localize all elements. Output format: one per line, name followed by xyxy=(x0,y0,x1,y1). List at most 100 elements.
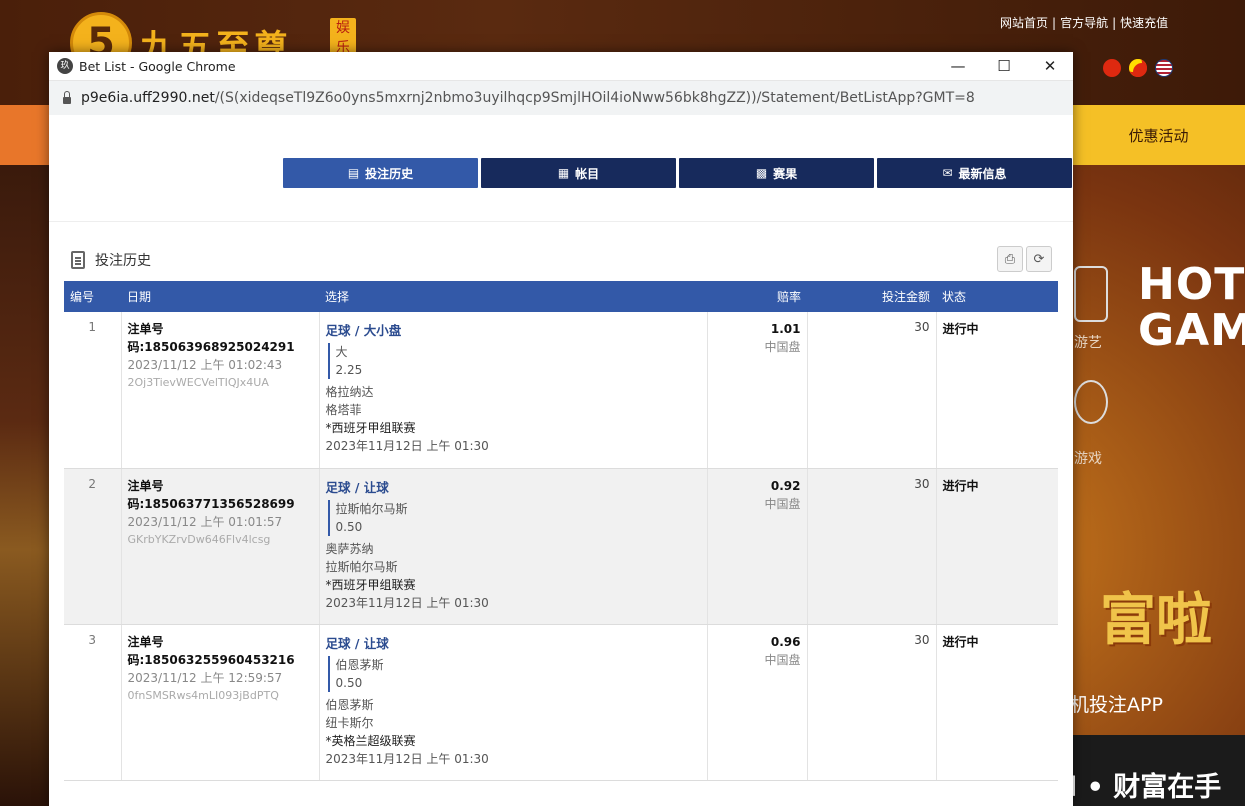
link-nav[interactable]: 官方导航 xyxy=(1060,16,1108,30)
odds-value: 0.96 xyxy=(770,634,801,649)
bet-ref: 0fnSMSRws4mLI093jBdPTQ xyxy=(127,688,279,702)
odds-type: 中国盘 xyxy=(764,496,801,511)
clipboard-icon xyxy=(71,251,85,269)
row-status: 进行中 xyxy=(936,468,1058,625)
bet-datetime: 2023/11/12 上午 01:02:43 xyxy=(127,358,283,372)
bet-ref: GKrbYKZrvDw646Flv4lcsg xyxy=(127,532,271,546)
odds-value: 1.01 xyxy=(770,322,801,336)
tab-account[interactable]: ▦ 帐目 xyxy=(481,158,676,188)
tab-messages[interactable]: ✉ 最新信息 xyxy=(877,158,1072,188)
language-flags xyxy=(1103,59,1173,77)
refresh-icon[interactable]: ⟳ xyxy=(1026,246,1052,272)
close-icon[interactable]: ✕ xyxy=(1027,52,1073,80)
address-bar[interactable]: p9e6ia.uff2990.net/(S(xideqseTl9Z6o0yns5… xyxy=(49,81,1073,116)
side-item-games-2[interactable]: 游戏 xyxy=(1074,448,1102,468)
match-time: 2023年11月12日 上午 01:30 xyxy=(325,751,489,766)
us-flag-icon[interactable] xyxy=(1155,59,1173,77)
handicap-line: 0.50 xyxy=(335,519,363,534)
page-content: ▤ 投注历史 ▦ 帐目 ▩ 赛果 ✉ 最新信息 投注历史 ⎙ ⟳ 编号 日期 选择 赔率… xyxy=(49,115,1073,806)
pick-box: 大 2.25 xyxy=(327,343,701,379)
row-amount: 30 xyxy=(807,312,937,469)
tab-label: 帐目 xyxy=(575,166,600,181)
pick-box: 拉斯帕尔马斯 0.50 xyxy=(327,499,701,536)
link-home[interactable]: 网站首页 xyxy=(1000,16,1048,30)
divider xyxy=(49,221,1073,222)
bottom-slogan: l • 财富在手 xyxy=(1068,772,1222,803)
hot-game-label: HOT GAME xyxy=(1138,259,1245,356)
cn-flag-icon[interactable] xyxy=(1129,59,1147,77)
window-titlebar[interactable]: 玖 Bet List - Google Chrome — ☐ ✕ xyxy=(49,52,1073,81)
tab-label: 投注历史 xyxy=(365,166,414,181)
league: *英格兰超级联赛 xyxy=(325,733,416,748)
tab-bet-history[interactable]: ▤ 投注历史 xyxy=(283,158,478,188)
window-title: Bet List - Google Chrome xyxy=(79,58,236,74)
ticket-number: 注单号码:185063968925024291 xyxy=(127,322,295,354)
pick-box: 伯恩茅斯 0.50 xyxy=(327,655,701,692)
sport-market: 足球 / 让球 xyxy=(325,479,389,495)
col-header-selection[interactable]: 选择 xyxy=(319,281,707,312)
minimize-icon[interactable]: — xyxy=(935,52,981,80)
app-line: 机投注APP xyxy=(1070,694,1163,716)
row-num: 3 xyxy=(64,624,122,781)
maximize-icon[interactable]: ☐ xyxy=(981,52,1027,80)
top-links: 网站首页 | 官方导航 | 快速充值 xyxy=(1000,16,1169,30)
pick: 伯恩茅斯 xyxy=(335,657,384,672)
col-header-amount[interactable]: 投注金额 xyxy=(807,281,936,312)
row-odds-cell: 1.01 中国盘 xyxy=(707,312,808,469)
bet-table: 编号 日期 选择 赔率 投注金额 状态 1 注单号码:1850639689250… xyxy=(64,281,1058,781)
fish-game-icon xyxy=(1074,380,1108,424)
handicap-line: 0.50 xyxy=(335,675,363,690)
bet-ref: 2Oj3TievWECVelTIQJx4UA xyxy=(127,376,269,389)
col-header-num[interactable]: 编号 xyxy=(64,281,121,312)
promo-tab[interactable]: 优惠活动 xyxy=(1072,105,1245,165)
league: *西班牙甲组联赛 xyxy=(325,421,416,435)
col-header-date[interactable]: 日期 xyxy=(121,281,319,312)
table-row: 3 注单号码:185063255960453216 2023/11/12 上午 … xyxy=(64,624,1058,781)
section-title: 投注历史 xyxy=(95,253,151,269)
table-row: 1 注单号码:185063968925024291 2023/11/12 上午 … xyxy=(64,312,1058,469)
tab-label: 最新信息 xyxy=(958,166,1007,181)
odds-value: 0.92 xyxy=(770,478,801,493)
home-team: 奥萨苏纳 xyxy=(325,541,374,556)
pick: 拉斯帕尔马斯 xyxy=(335,501,408,516)
away-team: 拉斯帕尔马斯 xyxy=(325,559,398,574)
favicon-icon: 玖 xyxy=(57,58,73,74)
away-team: 纽卡斯尔 xyxy=(325,715,374,730)
tab-label: 赛果 xyxy=(773,166,798,181)
row-date-cell: 注单号码:185063771356528699 2023/11/12 上午 01… xyxy=(121,468,320,625)
site-left-decor xyxy=(0,165,50,806)
mail-icon: ✉ xyxy=(942,166,953,180)
row-amount: 30 xyxy=(807,624,937,781)
row-odds-cell: 0.96 中国盘 xyxy=(707,624,808,781)
url-host: p9e6ia.uff2990.net xyxy=(81,90,215,106)
bet-datetime: 2023/11/12 上午 01:01:57 xyxy=(127,514,283,529)
sport-market: 足球 / 大小盘 xyxy=(325,323,402,338)
main-tabs: ▤ 投注历史 ▦ 帐目 ▩ 赛果 ✉ 最新信息 xyxy=(283,158,1072,188)
tab-results[interactable]: ▩ 赛果 xyxy=(679,158,874,188)
clipboard-icon: ▤ xyxy=(347,166,360,180)
results-icon: ▩ xyxy=(755,166,768,180)
row-selection-cell: 足球 / 大小盘 大 2.25 格拉纳达 格塔菲 *西班牙甲组联赛 2023年1… xyxy=(319,312,708,469)
pick: 大 xyxy=(335,345,348,359)
lock-icon[interactable] xyxy=(63,90,71,104)
ticket-number: 注单号码:185063771356528699 xyxy=(127,478,295,511)
hk-flag-icon[interactable] xyxy=(1103,59,1121,77)
browser-window: 玖 Bet List - Google Chrome — ☐ ✕ p9e6ia.… xyxy=(49,52,1073,806)
ticket-number: 注单号码:185063255960453216 xyxy=(127,634,295,667)
link-recharge[interactable]: 快速充值 xyxy=(1120,16,1168,30)
handicap-line: 2.25 xyxy=(335,363,363,377)
row-selection-cell: 足球 / 让球 伯恩茅斯 0.50 伯恩茅斯 纽卡斯尔 *英格兰超级联赛 202… xyxy=(319,624,708,781)
banner-gold-text: 富啦 xyxy=(1100,587,1212,653)
section-header: 投注历史 xyxy=(71,250,151,270)
row-num: 1 xyxy=(64,312,122,469)
col-header-status[interactable]: 状态 xyxy=(936,281,1058,312)
row-date-cell: 注单号码:185063255960453216 2023/11/12 上午 12… xyxy=(121,624,320,781)
row-amount: 30 xyxy=(807,468,937,625)
side-item-games[interactable]: 游艺 xyxy=(1074,332,1102,352)
print-icon[interactable]: ⎙ xyxy=(997,246,1023,272)
col-header-odds[interactable]: 赔率 xyxy=(707,281,807,312)
url-text[interactable]: p9e6ia.uff2990.net/(S(xideqseTl9Z6o0yns5… xyxy=(81,90,975,106)
row-selection-cell: 足球 / 让球 拉斯帕尔马斯 0.50 奥萨苏纳 拉斯帕尔马斯 *西班牙甲组联赛… xyxy=(319,468,708,625)
match-time: 2023年11月12日 上午 01:30 xyxy=(325,595,489,610)
table-header-row: 编号 日期 选择 赔率 投注金额 状态 xyxy=(64,281,1058,312)
